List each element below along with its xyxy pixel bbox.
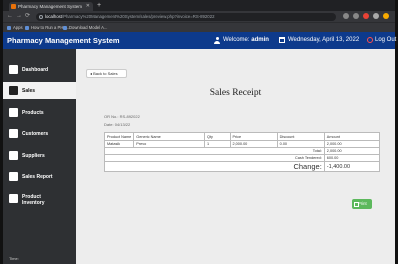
sidebar-item-label: Customers [22, 131, 49, 137]
cash-tendered-value: 600.00 [323, 154, 381, 162]
generic-name-cell: Prevo [133, 140, 205, 148]
share-icon[interactable] [343, 13, 349, 19]
sidebar-item-sales-report[interactable]: Sales Report [3, 171, 76, 183]
sidebar-item-label: Dashboard [22, 67, 49, 73]
tab-title: Pharmacy Management System [18, 4, 83, 9]
receipt-date: Date: 04/13/22 [104, 122, 130, 127]
or-label: OR No.: [104, 114, 119, 119]
header-date: Wednesday, April 13, 2022 [288, 37, 360, 43]
screen: Pharmacy Management System ✕ + ← → ⟳ loc… [0, 0, 398, 264]
bookmark-download-model[interactable]: Download Model A... [63, 24, 107, 32]
products-icon [9, 108, 18, 117]
cart-icon [9, 86, 18, 95]
cash-tendered-row: Cash Tendered: 600.00 [104, 154, 381, 162]
receipt-table: Product Name Generic Name Qty Price Disc… [103, 132, 381, 172]
info-icon [39, 15, 43, 19]
change-label: Change: [104, 161, 325, 172]
back-arrow-icon: ◂ [90, 71, 93, 76]
forward-arrow-icon[interactable]: → [16, 12, 22, 21]
or-number: OR No.: RS-892022 [104, 114, 140, 119]
power-icon[interactable] [367, 37, 373, 43]
qty-cell: 1 [203, 140, 231, 148]
url-host: localhost [45, 14, 62, 19]
amount-cell: 2,000.00 [323, 140, 381, 148]
date-value: 04/13/22 [114, 122, 131, 127]
sidebar-item-products[interactable]: Products [3, 107, 76, 119]
suppliers-icon [9, 151, 18, 160]
sidebar-item-label: Products [22, 110, 44, 116]
puzzle-icon[interactable] [373, 13, 379, 19]
sidebar-item-dashboard[interactable]: Dashboard [3, 64, 76, 76]
back-to-sales-label: Back to Sales [93, 71, 118, 76]
time-label: Time: [9, 256, 19, 261]
url-path: /Pharmacy%20Management%20System/sales/pr… [61, 14, 215, 19]
customers-icon [9, 129, 18, 138]
or-value: RS-892022 [119, 114, 140, 119]
product-name-cell: Matasik [103, 140, 135, 148]
print-label: Print [358, 201, 367, 206]
discount-cell: 0.00 [276, 140, 325, 148]
sidebar-item-suppliers[interactable]: Suppliers [3, 150, 76, 162]
dashboard-icon [9, 65, 18, 74]
app-title: Pharmacy Management System [7, 36, 120, 45]
new-tab-icon[interactable]: + [97, 1, 101, 10]
report-icon [9, 172, 18, 181]
browser-tab-strip: Pharmacy Management System ✕ + [3, 0, 395, 11]
logout-link[interactable]: Log Out [375, 32, 396, 49]
back-to-sales-button[interactable]: ◂ Back to Sales [86, 69, 127, 78]
column-header: Amount [323, 132, 381, 141]
sidebar-item-customers[interactable]: Customers [3, 128, 76, 140]
username: admin [251, 37, 269, 43]
sidebar-item-sales[interactable]: Sales [3, 82, 76, 99]
star-icon[interactable] [353, 13, 359, 19]
extension-icon[interactable] [363, 13, 369, 19]
sidebar-item-product-inventory[interactable]: Product Inventory [3, 193, 76, 209]
total-value: 2,000.00 [323, 147, 381, 155]
total-row: Total: 2,000.00 [104, 147, 381, 155]
sidebar-item-label: Product Inventory [22, 194, 45, 206]
calendar-icon [279, 37, 285, 43]
app-header: Pharmacy Management System Welcome: admi… [3, 32, 396, 49]
back-arrow-icon[interactable]: ← [7, 12, 13, 21]
sidebar-item-label: Sales [22, 88, 36, 94]
main-content: ◂ Back to Sales Sales Receipt OR No.: RS… [76, 49, 395, 264]
address-bar[interactable]: localhost/Pharmacy%20Management%20System… [36, 13, 336, 21]
welcome-text: Welcome: admin [223, 32, 269, 49]
print-button[interactable]: Print [352, 199, 372, 209]
cash-tendered-label: Cash Tendered: [104, 154, 325, 162]
date-label: Date: [104, 122, 114, 127]
browser-tab[interactable]: Pharmacy Management System ✕ [9, 2, 93, 11]
table-header-row: Product Name Generic Name Qty Price Disc… [103, 132, 381, 141]
total-label: Total: [104, 147, 325, 155]
table-row: Matasik Prevo 1 2,000.00 0.00 2,000.00 [103, 140, 381, 148]
tab-close-icon[interactable]: ✕ [86, 2, 90, 11]
change-value: -1,400.00 [323, 161, 381, 172]
price-cell: 2,000.00 [229, 140, 278, 148]
column-header: Price [229, 132, 278, 141]
bookmarks-bar: Apps How to Run a PHP... Download Model … [3, 22, 395, 32]
sidebar: Dashboard Sales Products Customers Suppl… [3, 49, 76, 264]
user-icon [214, 37, 220, 44]
browser-toolbar: ← → ⟳ localhost/Pharmacy%20Management%20… [3, 11, 395, 22]
bookmark-apps[interactable]: Apps [7, 24, 23, 32]
column-header: Product Name [103, 132, 135, 141]
change-row: Change: -1,400.00 [104, 161, 381, 172]
inventory-icon [9, 194, 18, 203]
column-header: Qty [203, 132, 231, 141]
profile-avatar-icon[interactable] [383, 13, 389, 19]
sidebar-item-label: Sales Report [22, 174, 53, 180]
welcome-prefix: Welcome: [223, 37, 250, 43]
sidebar-item-label: Suppliers [22, 153, 45, 159]
column-header: Generic Name [133, 132, 205, 141]
page-title: Sales Receipt [209, 88, 262, 98]
favicon-icon [11, 4, 16, 9]
column-header: Discount [276, 132, 325, 141]
reload-icon[interactable]: ⟳ [25, 12, 30, 21]
